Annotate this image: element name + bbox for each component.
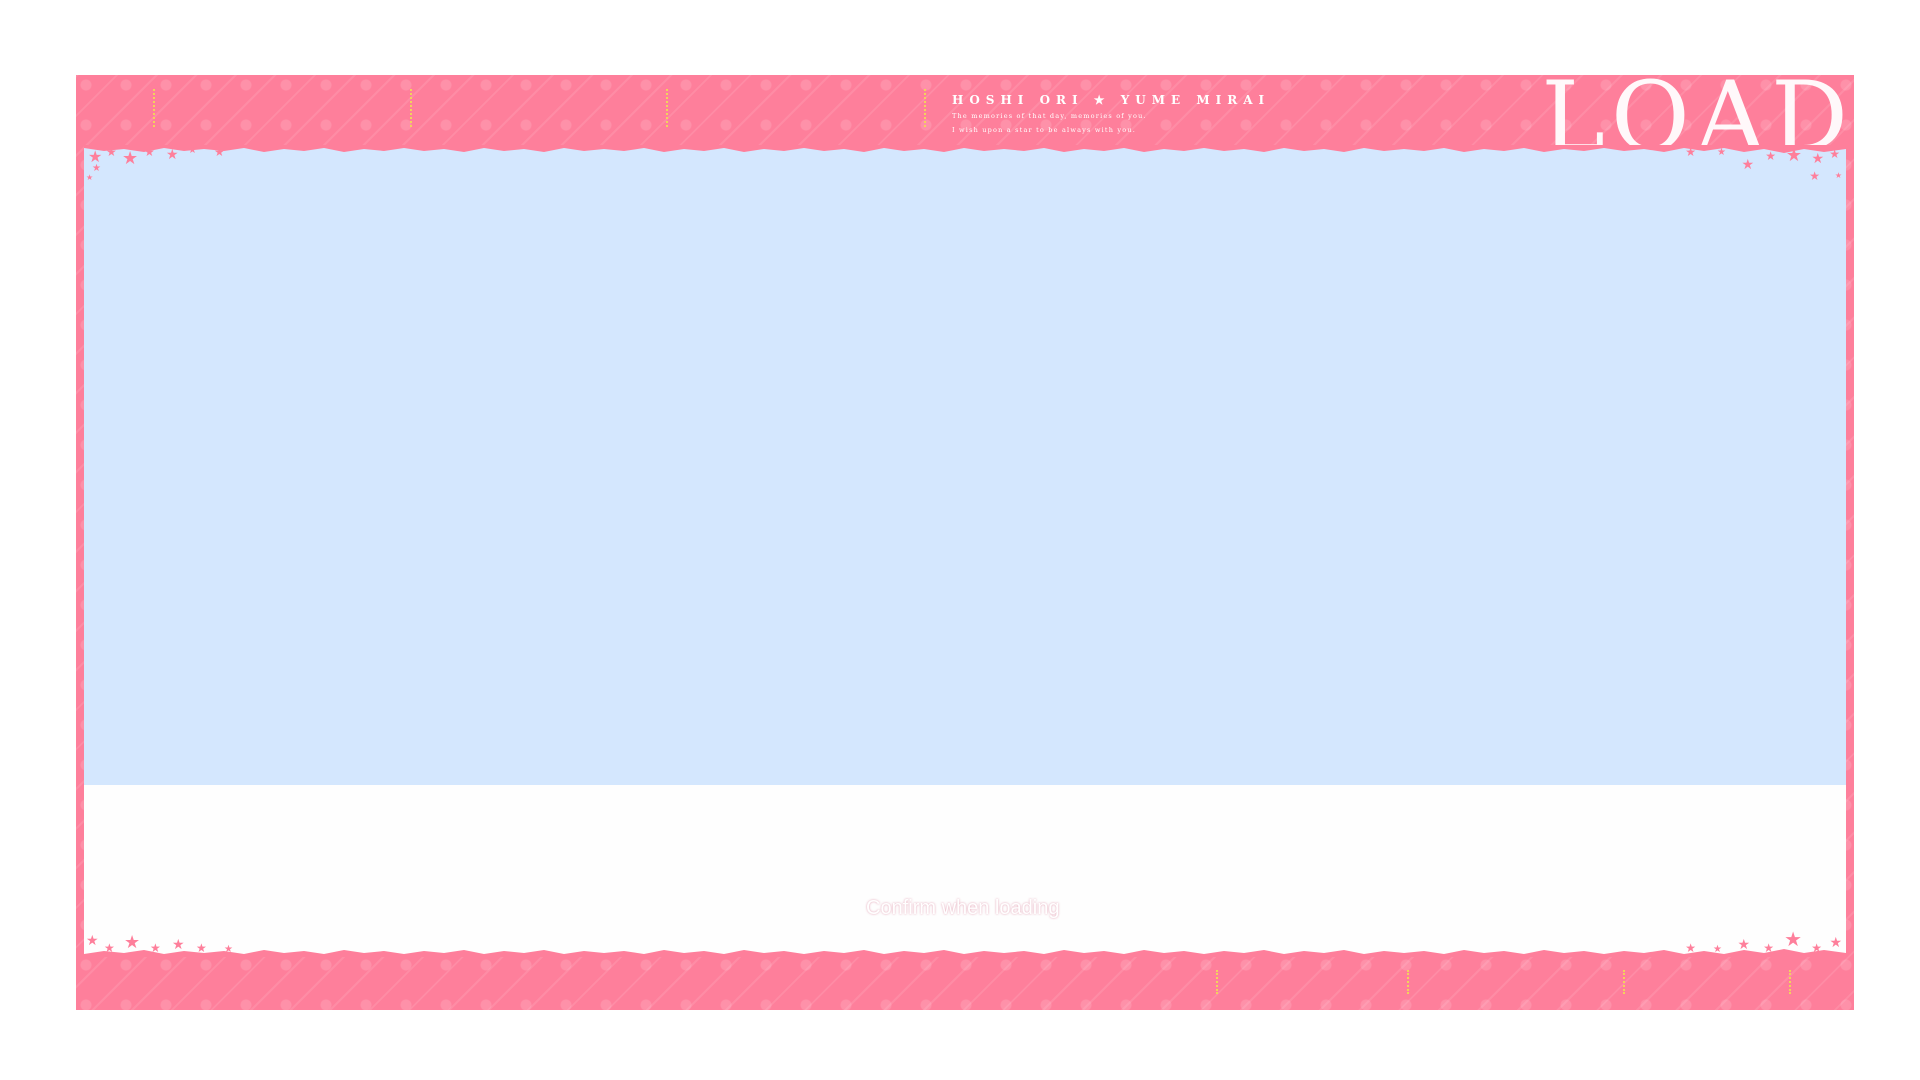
- brand-subtitle-line2: I wish upon a star to be always with you…: [952, 126, 1136, 134]
- torn-edge-bottom: [84, 949, 1846, 957]
- star-icon: ★: [92, 163, 101, 174]
- star-icon: ★: [1741, 157, 1754, 173]
- star-icon: ★: [1737, 937, 1750, 953]
- star-icon: ★: [86, 173, 94, 182]
- star-icon: ★: [1717, 147, 1726, 158]
- star-icon: ★: [104, 941, 115, 955]
- footer-dash-2: [1407, 970, 1409, 994]
- star-icon: ★: [214, 145, 225, 159]
- brand-title: HOSHI ORI ★ YUME MIRAI: [952, 93, 1271, 107]
- star-icon: ★: [196, 941, 207, 955]
- save-preview-panel[interactable]: [84, 145, 1846, 785]
- star-icon: ★: [1785, 145, 1802, 166]
- footer-dash-1: [1216, 970, 1218, 994]
- header-dash-2: [410, 89, 412, 127]
- header-dash-4: [924, 89, 926, 127]
- star-icon: ★: [150, 941, 161, 955]
- brand-subtitle-line1: The memories of that day, memories of yo…: [952, 112, 1147, 120]
- star-icon: ★: [166, 147, 179, 163]
- header-dash-1: [153, 89, 155, 127]
- torn-edge-top: [84, 145, 1846, 153]
- stars-bottom-left: ★ ★ ★ ★ ★ ★ ★: [84, 921, 284, 957]
- confirm-when-loading-toggle[interactable]: Confirm when loading: [866, 897, 1059, 920]
- save-slot-area: ★ ★ ★ ★ ★ ★ ★ ★ ★ ★ ★ ★ ★ ★ ★ ★ ★ ★ ★ ★ …: [84, 145, 1846, 957]
- star-icon: ★: [1809, 169, 1820, 183]
- game-brand: HOSHI ORI ★ YUME MIRAI The memories of t…: [952, 93, 1270, 135]
- star-icon: ★: [122, 148, 139, 169]
- star-icon: ★: [1763, 941, 1774, 955]
- star-icon: ★: [172, 937, 185, 953]
- star-icon: ★: [224, 944, 233, 955]
- star-icon: ★: [1834, 171, 1842, 180]
- star-icon: ★: [1811, 151, 1824, 167]
- star-icon: ★: [1829, 147, 1840, 161]
- star-icon: ★: [1713, 944, 1722, 955]
- footer-dash-3: [1623, 970, 1625, 994]
- stars-top-left: ★ ★ ★ ★ ★ ★ ★ ★ ★: [84, 145, 264, 185]
- footer-dash-4: [1789, 970, 1791, 994]
- star-icon: ★: [1685, 941, 1696, 955]
- star-icon: ★: [1829, 935, 1842, 951]
- save-info-panel: [84, 785, 1846, 957]
- star-icon: ★: [1784, 927, 1802, 951]
- star-icon: ★: [86, 933, 99, 949]
- header-dash-3: [666, 89, 668, 127]
- star-icon: ★: [1765, 149, 1776, 163]
- stars-bottom-right: ★ ★ ★ ★ ★ ★ ★: [1646, 917, 1846, 957]
- star-icon: ★: [1811, 941, 1822, 955]
- star-icon: ★: [106, 145, 117, 159]
- stars-top-right: ★ ★ ★ ★ ★ ★ ★ ★ ★: [1646, 145, 1846, 195]
- load-screen-frame: HOSHI ORI ★ YUME MIRAI The memories of t…: [76, 75, 1854, 1010]
- star-icon: ★: [144, 145, 155, 159]
- star-icon: ★: [1685, 145, 1696, 159]
- star-icon: ★: [124, 932, 141, 953]
- star-icon: ★: [188, 145, 197, 156]
